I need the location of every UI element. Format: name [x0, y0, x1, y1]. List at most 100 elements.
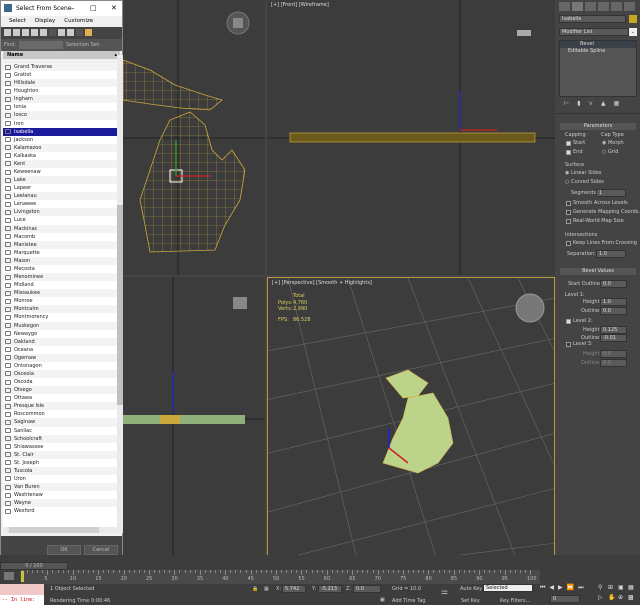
show-end-result-icon[interactable]: ▮	[577, 100, 580, 107]
stack-item-editable-spline[interactable]: Editable Spline	[560, 48, 636, 55]
close-button[interactable]: ✕	[111, 1, 117, 16]
modifier-stack[interactable]: Bevel Editable Spline	[559, 40, 637, 97]
bevel-values-rollout-header[interactable]: Bevel Values	[560, 268, 636, 275]
display-xrefs-icon[interactable]	[67, 29, 74, 36]
morph-radio[interactable]: ◉ Morph	[602, 140, 624, 146]
maximize-button[interactable]: □	[90, 1, 97, 16]
menu-select[interactable]: Select	[9, 16, 26, 27]
modifier-list-arrow[interactable]: ⌄	[629, 28, 637, 36]
segments-spinner[interactable]: 1	[596, 189, 626, 197]
level3-checkbox[interactable]	[566, 342, 571, 347]
absolute-mode-icon[interactable]: ▦	[264, 586, 269, 592]
l3-outline-spinner[interactable]: 0.0	[600, 359, 627, 367]
display-groups-icon[interactable]	[58, 29, 65, 36]
keep-lines-checkbox[interactable]	[566, 241, 571, 246]
cap-end-checkbox[interactable]	[566, 150, 571, 155]
list-item[interactable]: Jackson	[3, 136, 117, 144]
list-item[interactable]: Iosco	[3, 111, 117, 120]
object-color-swatch[interactable]	[629, 15, 637, 23]
orbit-icon[interactable]: ⊕	[618, 594, 628, 601]
l2-height-spinner[interactable]: 0.125	[600, 326, 627, 334]
display-shapes-icon[interactable]	[13, 29, 20, 36]
list-item[interactable]: Osceola	[3, 369, 117, 379]
list-item[interactable]: Newaygo	[3, 330, 117, 338]
list-item[interactable]: Muskegon	[3, 321, 117, 330]
list-item[interactable]: Lapeer	[3, 184, 117, 192]
key-mode-dropdown[interactable]: Selected	[483, 584, 533, 592]
list-item[interactable]: Missaukee	[3, 289, 117, 298]
display-bones-icon[interactable]	[76, 29, 83, 36]
cancel-button[interactable]: Cancel	[84, 545, 118, 555]
x-coordinate[interactable]: 5.742	[282, 585, 306, 593]
current-frame-field[interactable]: 0	[550, 595, 580, 603]
list-item[interactable]: Livingston	[3, 208, 117, 217]
zoom-icon[interactable]: ⚲	[598, 584, 608, 591]
display-containers-icon[interactable]	[85, 29, 92, 36]
list-item[interactable]: St. Clair	[3, 450, 117, 459]
make-unique-icon[interactable]: ⋎	[589, 100, 593, 107]
list-item[interactable]: Monroe	[3, 297, 117, 305]
list-item[interactable]: Iron	[3, 120, 117, 128]
list-item[interactable]: Manistee	[3, 240, 117, 249]
display-helpers-icon[interactable]	[40, 29, 47, 36]
list-item[interactable]: Ogemaw	[3, 353, 117, 362]
list-item[interactable]: Lenawee	[3, 200, 117, 208]
pin-stack-icon[interactable]: ⊢	[564, 100, 569, 107]
list-item[interactable]: Midland	[3, 281, 117, 289]
linear-sides-radio[interactable]: ◉ Linear Sides	[565, 170, 602, 176]
list-item[interactable]: Leelanau	[3, 192, 117, 201]
find-input[interactable]	[18, 41, 63, 49]
object-name-field[interactable]: Isabella	[559, 15, 626, 23]
display-cameras-icon[interactable]	[31, 29, 38, 36]
list-item[interactable]: Kalkaska	[3, 152, 117, 160]
list-item[interactable]: Tuscola	[3, 466, 117, 475]
script-listener[interactable]: -- In line:	[0, 584, 44, 605]
zoom-extents-all-icon[interactable]: ▦	[628, 584, 638, 591]
key-filters-button[interactable]: Key Filters...	[500, 598, 530, 604]
modifier-list-dropdown[interactable]: Modifier List	[559, 28, 629, 36]
list-item[interactable]: Washtenaw	[3, 491, 117, 499]
level2-checkbox[interactable]	[566, 319, 571, 324]
list-item[interactable]: Kalamazoo	[3, 143, 117, 152]
list-item[interactable]: Isabella	[3, 127, 117, 136]
display-geometry-icon[interactable]	[4, 29, 11, 36]
mini-curve-editor-icon[interactable]	[4, 572, 14, 580]
list-item[interactable]: Luce	[3, 216, 117, 224]
remove-modifier-icon[interactable]: ▲	[601, 100, 606, 107]
stack-item-bevel[interactable]: Bevel	[560, 41, 636, 48]
add-time-tag-button[interactable]: Add Time Tag	[392, 598, 426, 604]
previous-frame-icon[interactable]: ◀	[549, 584, 554, 592]
display-tab-icon[interactable]	[611, 2, 622, 11]
l1-outline-spinner[interactable]: 0.0	[600, 307, 627, 315]
menu-customize[interactable]: Customize	[64, 16, 93, 27]
list-item[interactable]: Hillsdale	[3, 79, 117, 88]
list-item[interactable]: Ontonagon	[3, 362, 117, 370]
list-item[interactable]: Macomb	[3, 233, 117, 241]
real-world-map-checkbox[interactable]	[566, 219, 571, 224]
zoom-extents-icon[interactable]: ▣	[618, 584, 628, 591]
list-item[interactable]: Sanilac	[3, 427, 117, 435]
l3-height-spinner[interactable]: 0.0	[600, 350, 627, 358]
list-item[interactable]: Ottawa	[3, 394, 117, 402]
time-slider-handle[interactable]	[21, 571, 24, 582]
object-list[interactable]: Grand Traverse Gratiot Hillsdale Houghton In…	[3, 63, 117, 527]
display-lights-icon[interactable]	[22, 29, 29, 36]
next-frame-icon[interactable]: ⏩	[567, 584, 574, 592]
display-spacewarps-icon[interactable]	[49, 29, 56, 36]
y-coordinate[interactable]: -5.213	[318, 585, 342, 593]
modify-tab-icon[interactable]	[572, 2, 583, 11]
minimize-button[interactable]: –	[71, 1, 75, 16]
utilities-tab-icon[interactable]	[624, 2, 635, 11]
list-item[interactable]: Mackinac	[3, 224, 117, 233]
grid-radio[interactable]: ○ Grid	[602, 149, 618, 155]
column-header-name[interactable]: Name ▴	[3, 51, 120, 59]
list-item[interactable]: Montmorency	[3, 313, 117, 321]
hierarchy-tab-icon[interactable]	[585, 2, 596, 11]
list-item[interactable]: Houghton	[3, 87, 117, 95]
time-tag-icon[interactable]: ▣	[380, 597, 385, 603]
create-tab-icon[interactable]	[559, 2, 570, 11]
maximize-viewport-icon[interactable]: ▩	[628, 594, 638, 601]
list-item[interactable]: Kent	[3, 159, 117, 169]
track-bar[interactable]: 5 10 15 20 25 30 35 40 45 50 55 60 65 70 75 80 85 90 95 100	[20, 570, 540, 584]
motion-tab-icon[interactable]	[598, 2, 609, 11]
